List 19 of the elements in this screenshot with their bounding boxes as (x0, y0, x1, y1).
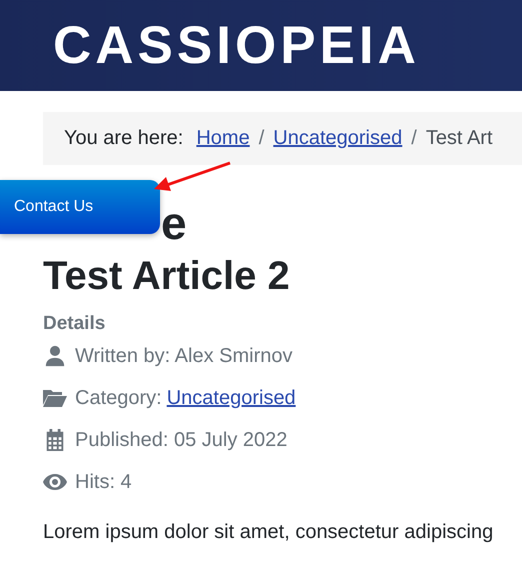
meta-text: Hits: 4 (75, 470, 132, 494)
breadcrumb-separator: / (411, 127, 417, 150)
breadcrumb-separator: / (258, 127, 264, 150)
folder-icon (43, 387, 67, 410)
contact-us-button[interactable]: Contact Us (0, 180, 160, 234)
category-label: Category: (75, 386, 162, 410)
meta-text: Written by: Alex Smirnov (75, 344, 292, 368)
page-heading: e (161, 196, 188, 244)
breadcrumb-current: Test Art (426, 127, 493, 150)
article-title: Test Article 2 (43, 254, 291, 298)
user-icon (43, 345, 67, 368)
article-text: Lorem ipsum dolor sit amet, consectetur adipiscing (43, 521, 494, 544)
breadcrumb-label: You are here: (64, 127, 184, 150)
site-logo[interactable]: CASSIOPEIA (53, 19, 420, 72)
breadcrumb-link[interactable]: Uncategorised (273, 127, 402, 150)
details-label: Details (43, 313, 106, 336)
category-link[interactable]: Uncategorised (166, 386, 296, 410)
meta-text: Published: 05 July 2022 (75, 428, 288, 452)
breadcrumb-link[interactable]: Home (196, 127, 250, 150)
